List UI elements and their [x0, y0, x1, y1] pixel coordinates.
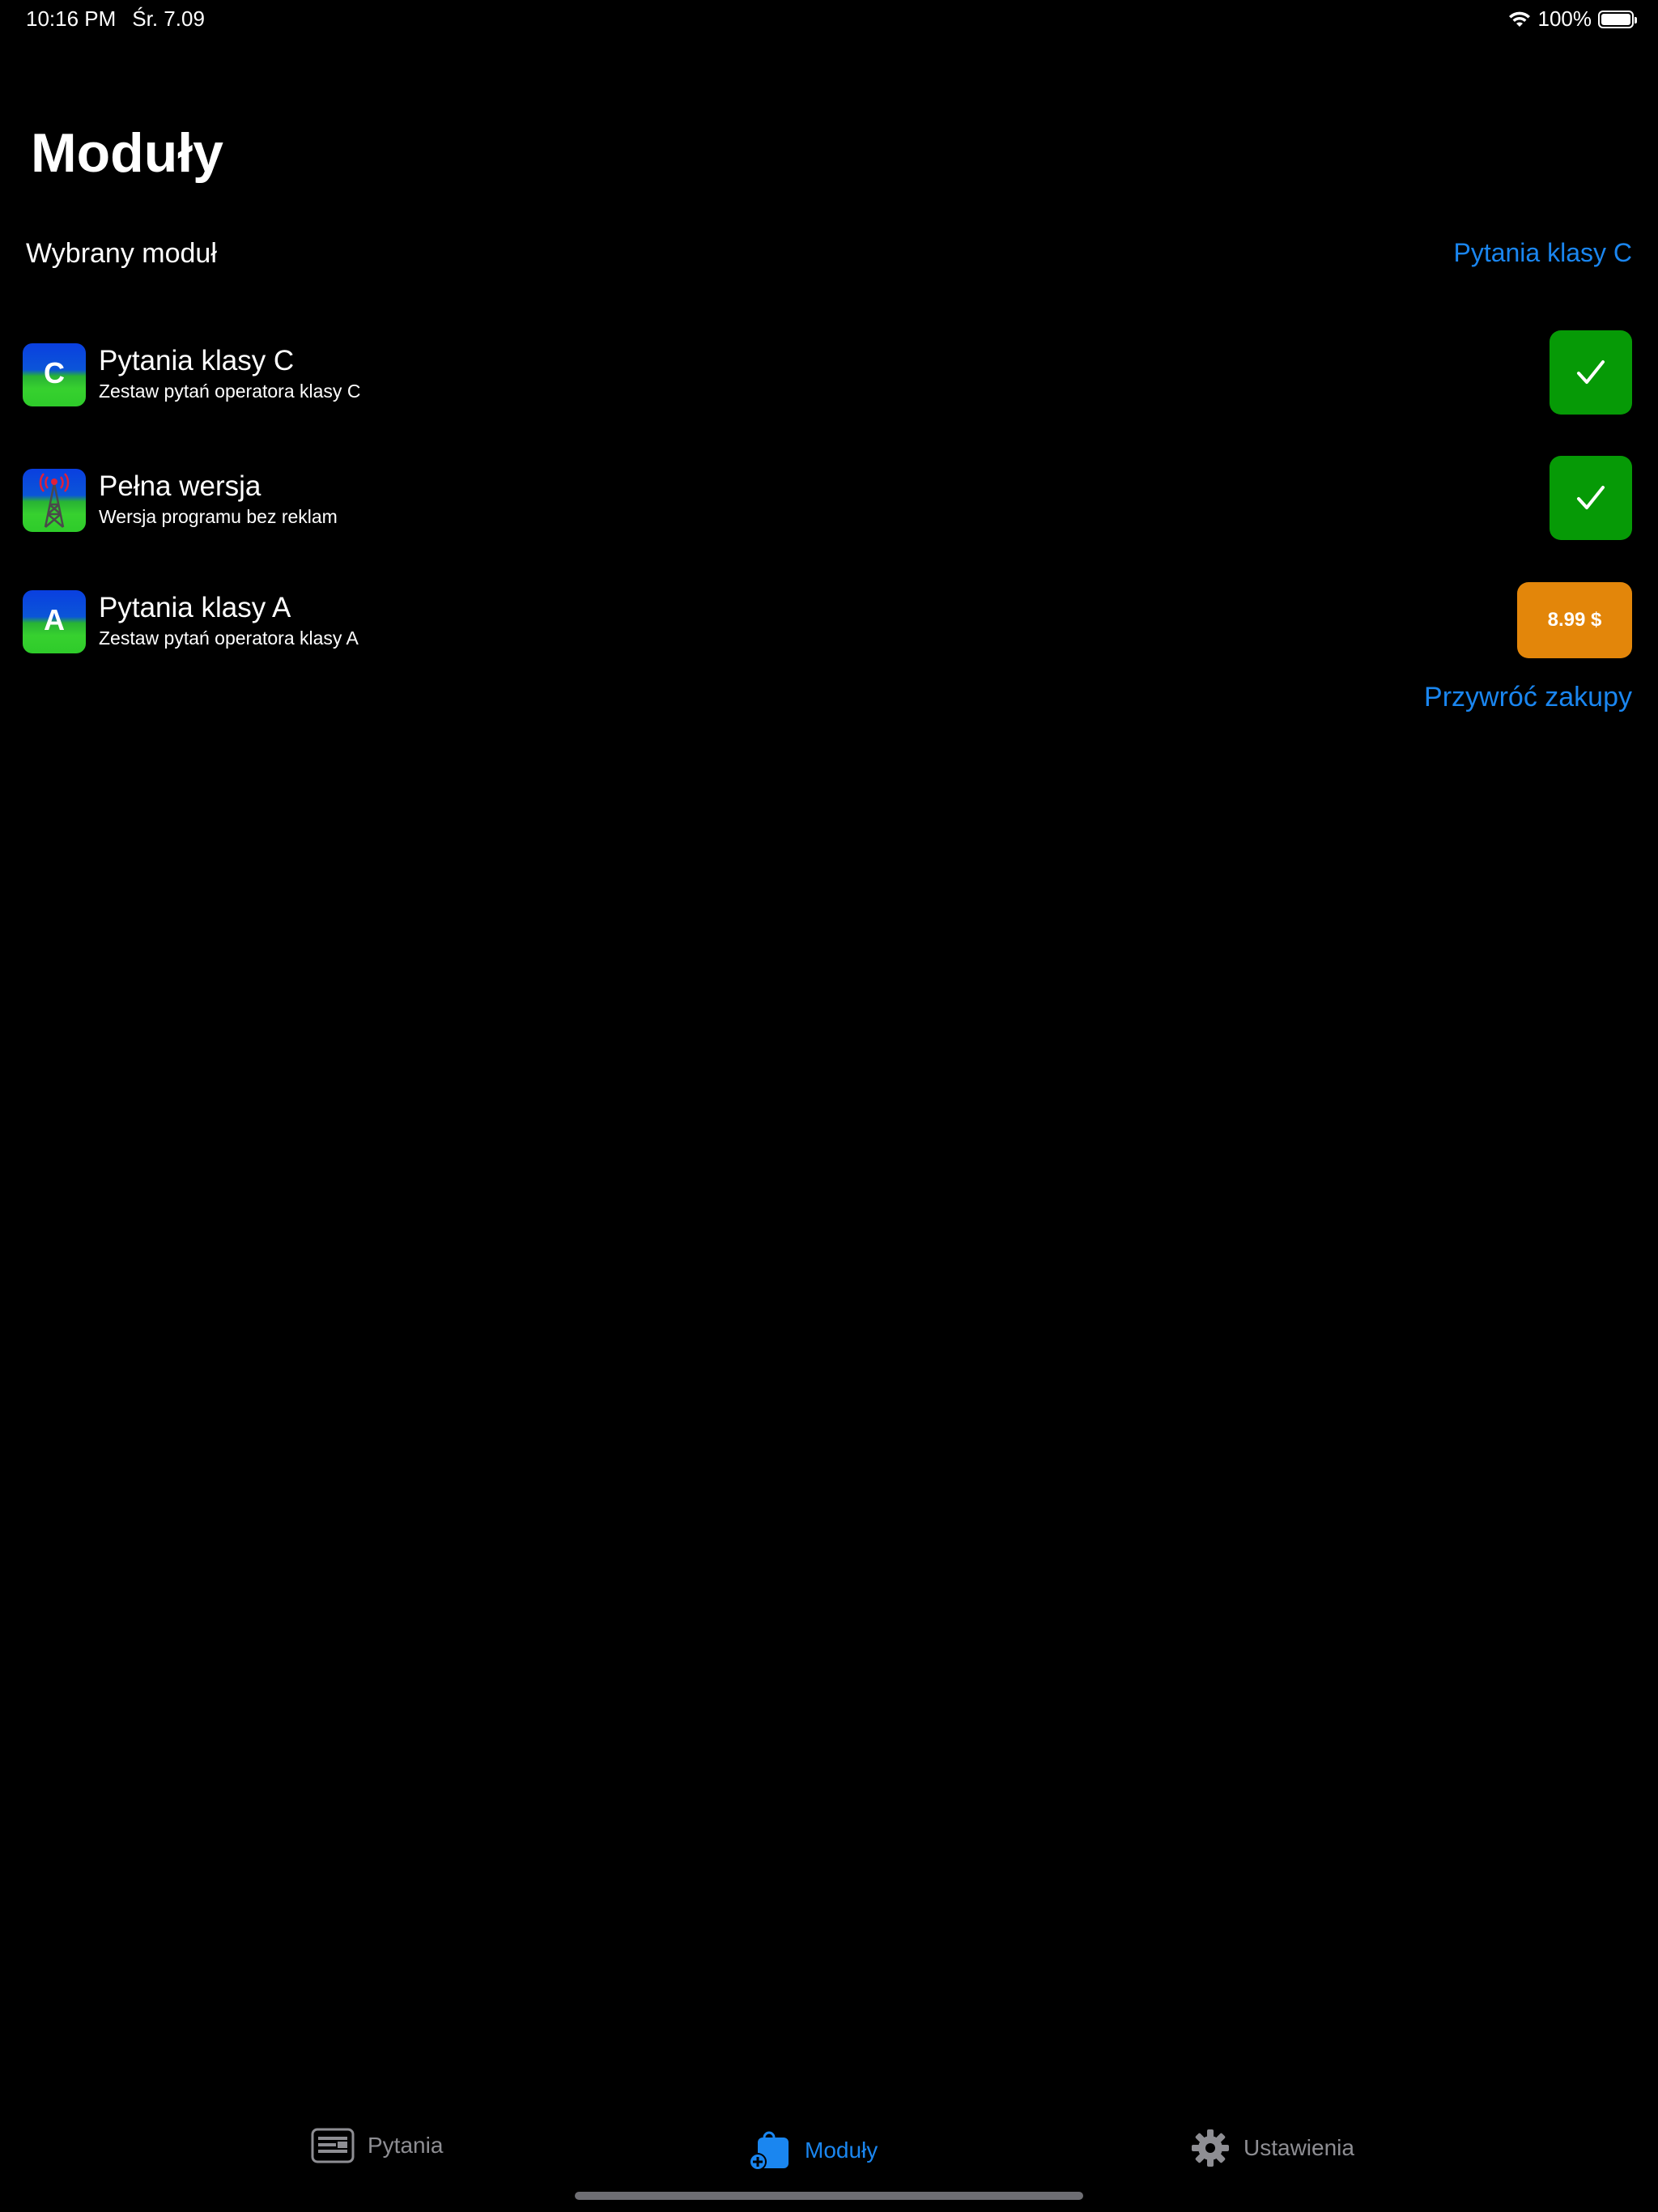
battery-percentage: 100%: [1537, 6, 1592, 31]
module-description: Zestaw pytań operatora klasy C: [99, 381, 361, 402]
restore-purchases-link[interactable]: Przywróć zakupy: [1424, 682, 1632, 713]
module-description: Wersja programu bez reklam: [99, 506, 338, 527]
class-a-icon-letter: A: [44, 603, 65, 636]
class-c-icon: C: [23, 343, 86, 406]
modules-bag-icon: [749, 2131, 789, 2171]
selected-module-row[interactable]: Wybrany moduł Pytania klasy C: [26, 235, 1632, 275]
gear-icon: [1192, 2129, 1229, 2167]
module-name: Pełna wersja: [99, 470, 261, 502]
selected-module-label: Wybrany moduł: [26, 238, 217, 269]
home-indicator: [575, 2192, 1083, 2200]
module-name: Pytania klasy C: [99, 345, 295, 376]
questions-icon: [311, 2128, 355, 2163]
status-time: 10:16 PM: [26, 6, 117, 31]
tab-modules-label: Moduły: [805, 2138, 878, 2163]
battery-fill: [1601, 13, 1630, 25]
purchased-check-button[interactable]: [1550, 330, 1632, 415]
module-row-full-version[interactable]: Pełna wersja Wersja programu bez reklam: [23, 456, 1632, 550]
tab-bar: Pytania Moduły Ustawienia: [0, 2113, 1658, 2186]
module-description: Zestaw pytań operatora klasy A: [99, 627, 359, 649]
status-right: 100%: [1507, 6, 1637, 32]
status-date: Śr. 7.09: [132, 6, 205, 31]
status-left: 10:16 PM Śr. 7.09: [26, 6, 205, 32]
wifi-icon: [1507, 11, 1532, 28]
tab-settings[interactable]: Ustawienia: [1190, 2128, 1354, 2168]
tab-questions[interactable]: Pytania: [311, 2128, 443, 2163]
radio-tower-icon: [23, 469, 86, 532]
checkmark-icon: [1577, 486, 1605, 509]
tab-modules[interactable]: Moduły: [746, 2128, 878, 2173]
page-title: Moduły: [31, 122, 223, 184]
checkmark-icon: [1577, 360, 1605, 384]
buy-price-button[interactable]: 8.99 $: [1517, 582, 1632, 658]
selected-module-value[interactable]: Pytania klasy C: [1453, 238, 1632, 268]
module-row-class-a[interactable]: A Pytania klasy A Zestaw pytań operatora…: [23, 582, 1632, 671]
module-row-class-c[interactable]: C Pytania klasy C Zestaw pytań operatora…: [23, 330, 1632, 424]
class-a-icon: A: [23, 590, 86, 653]
purchased-check-button[interactable]: [1550, 456, 1632, 540]
class-c-icon-letter: C: [44, 356, 65, 389]
tab-settings-label: Ustawienia: [1244, 2135, 1354, 2160]
status-bar: 10:16 PM Śr. 7.09 100%: [0, 0, 1658, 39]
tab-questions-label: Pytania: [368, 2133, 444, 2158]
battery-icon: [1598, 10, 1637, 28]
module-name: Pytania klasy A: [99, 592, 291, 623]
